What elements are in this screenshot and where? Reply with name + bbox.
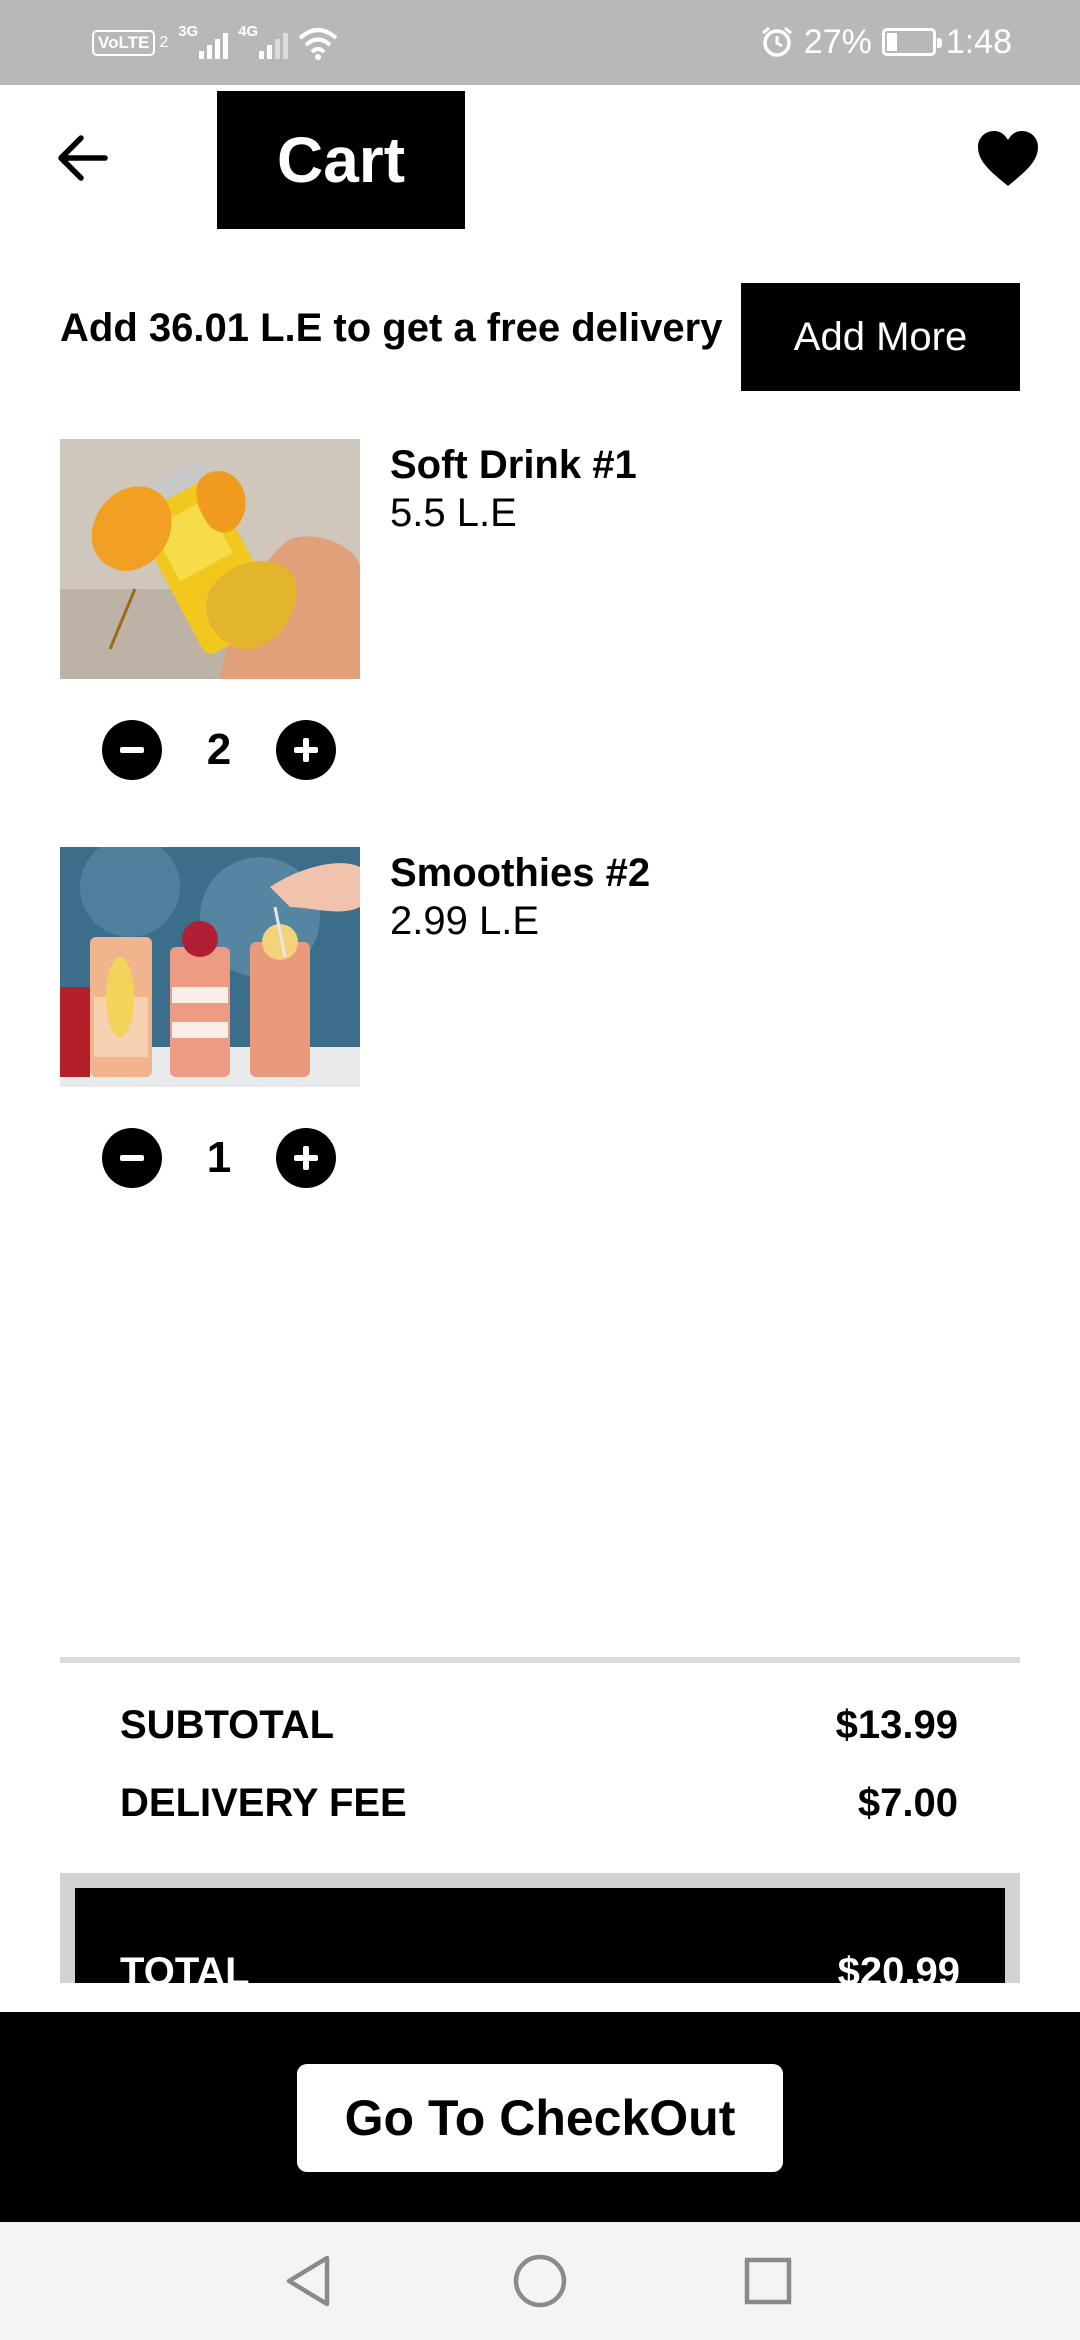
system-navigation-bar bbox=[0, 2222, 1080, 2340]
heart-icon bbox=[978, 131, 1038, 186]
arrow-left-icon bbox=[58, 135, 108, 181]
cart-item: Soft Drink #1 5.5 L.E 2 bbox=[60, 439, 1020, 819]
wifi-icon bbox=[298, 28, 338, 60]
delivery-fee-value: $7.00 bbox=[857, 1781, 958, 1825]
item-image-smoothies[interactable] bbox=[60, 847, 360, 1087]
delivery-fee-row: DELIVERY FEE $7.00 bbox=[120, 1781, 958, 1826]
decrease-quantity-button[interactable] bbox=[102, 720, 162, 780]
item-name: Smoothies #2 bbox=[390, 851, 651, 895]
battery-percent: 27% bbox=[803, 22, 872, 61]
nav-back-button[interactable] bbox=[273, 2246, 343, 2316]
signal-1-icon: 3G bbox=[178, 23, 229, 61]
nav-recents-button[interactable] bbox=[733, 2246, 803, 2316]
checkout-bar: Go To CheckOut bbox=[0, 2012, 1080, 2222]
free-delivery-message: Add 36.01 L.E to get a free delivery bbox=[60, 306, 723, 350]
sim-number: 2 bbox=[159, 34, 169, 51]
total-label: TOTAL bbox=[120, 1950, 250, 1983]
item-price: 2.99 L.E bbox=[390, 899, 540, 943]
clock: 1:48 bbox=[945, 22, 1012, 61]
subtotal-value: $13.99 bbox=[835, 1703, 958, 1747]
checkout-button[interactable]: Go To CheckOut bbox=[297, 2064, 783, 2172]
status-left: VoLTE 2 3G 4G bbox=[92, 22, 338, 64]
plus-circle-icon bbox=[294, 1146, 318, 1170]
favorite-button[interactable] bbox=[972, 126, 1044, 192]
total-row: TOTAL $20.99 bbox=[75, 1888, 1005, 1983]
delivery-fee-label: DELIVERY FEE bbox=[120, 1781, 407, 1825]
cart-item: Smoothies #2 2.99 L.E 1 bbox=[60, 847, 1020, 1227]
item-image-soft-drink[interactable] bbox=[60, 439, 360, 679]
quantity-value: 1 bbox=[206, 1133, 232, 1182]
quantity-stepper: 2 bbox=[102, 720, 342, 780]
summary-divider bbox=[60, 1657, 1020, 1663]
circle-home-icon bbox=[513, 2254, 567, 2308]
square-recents-icon bbox=[744, 2257, 792, 2305]
subtotal-row: SUBTOTAL $13.99 bbox=[120, 1703, 958, 1748]
plus-circle-icon bbox=[294, 738, 318, 762]
battery-icon bbox=[881, 28, 942, 56]
quantity-stepper: 1 bbox=[102, 1128, 342, 1188]
total-value: $20.99 bbox=[837, 1950, 960, 1983]
back-button[interactable] bbox=[52, 128, 112, 188]
decrease-quantity-button[interactable] bbox=[102, 1128, 162, 1188]
item-price: 5.5 L.E bbox=[390, 491, 517, 535]
total-panel: TOTAL $20.99 bbox=[60, 1873, 1020, 1983]
triangle-back-icon bbox=[286, 2255, 330, 2307]
increase-quantity-button[interactable] bbox=[276, 1128, 336, 1188]
item-name: Soft Drink #1 bbox=[390, 443, 637, 487]
page-title: Cart bbox=[217, 91, 465, 229]
subtotal-label: SUBTOTAL bbox=[120, 1703, 335, 1747]
signal-2-icon: 4G bbox=[238, 23, 289, 61]
volte-indicator: VoLTE bbox=[92, 30, 156, 56]
status-bar: VoLTE 2 3G 4G 27% 1:48 bbox=[0, 0, 1080, 85]
minus-circle-icon bbox=[120, 747, 144, 753]
nav-home-button[interactable] bbox=[505, 2246, 575, 2316]
alarm-icon bbox=[761, 26, 792, 57]
increase-quantity-button[interactable] bbox=[276, 720, 336, 780]
minus-circle-icon bbox=[120, 1155, 144, 1161]
status-right: 27% 1:48 bbox=[760, 20, 1012, 64]
add-more-button[interactable]: Add More bbox=[741, 283, 1020, 391]
quantity-value: 2 bbox=[206, 725, 232, 774]
